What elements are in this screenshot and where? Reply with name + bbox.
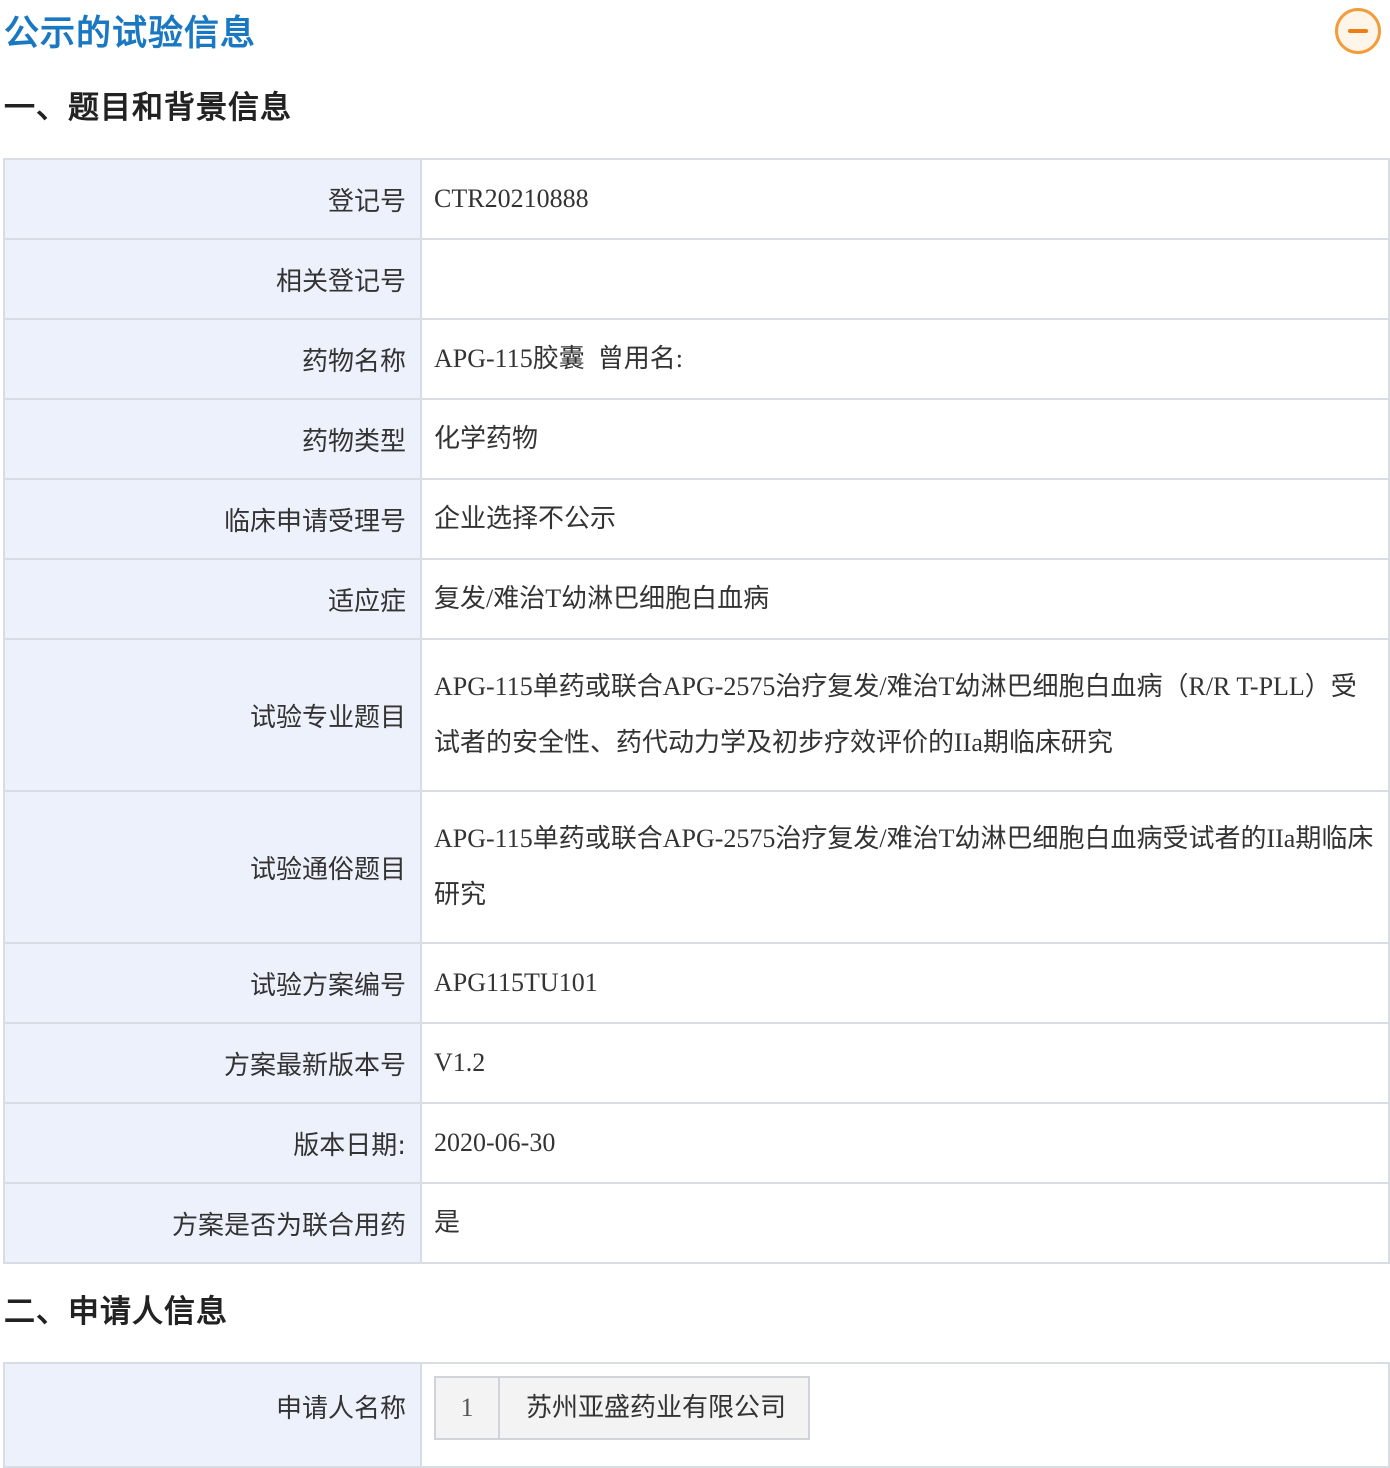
page-title: 公示的试验信息 [4,14,257,54]
row-value: 企业选择不公示 [420,478,1390,560]
table-row: 药物类型 化学药物 [3,398,1390,480]
row-label: 适应症 [3,558,422,640]
applicant-entry: 1 苏州亚盛药业有限公司 [434,1376,811,1440]
background-info-table: 登记号 CTR20210888 相关登记号 药物名称 APG-115胶囊 曾用名… [3,158,1390,1264]
applicant-index: 1 [436,1378,500,1438]
row-value: APG-115胶囊 曾用名: [420,318,1390,400]
row-value: 是 [420,1182,1390,1264]
applicant-name: 苏州亚盛药业有限公司 [526,1393,787,1423]
table-row: 临床申请受理号 企业选择不公示 [3,478,1390,560]
table-row: 试验通俗题目 APG-115单药或联合APG-2575治疗复发/难治T幼淋巴细胞… [3,790,1390,944]
row-value: 复发/难治T幼淋巴细胞白血病 [420,558,1390,640]
row-value: V1.2 [420,1022,1390,1104]
row-label: 试验专业题目 [3,638,422,792]
row-label: 方案最新版本号 [3,1022,422,1104]
row-value: 1 苏州亚盛药业有限公司 [420,1362,1390,1468]
row-label: 登记号 [3,158,422,240]
table-row: 适应症 复发/难治T幼淋巴细胞白血病 [3,558,1390,640]
row-value: 化学药物 [420,398,1390,480]
row-value: 2020-06-30 [420,1102,1390,1184]
table-row: 申请人名称 1 苏州亚盛药业有限公司 [3,1362,1390,1468]
row-value: APG-115单药或联合APG-2575治疗复发/难治T幼淋巴细胞白血病（R/R… [420,638,1390,792]
row-value: CTR20210888 [420,158,1390,240]
table-row: 药物名称 APG-115胶囊 曾用名: [3,318,1390,400]
section-title-applicant: 二、申请人信息 [4,1294,228,1330]
row-label: 相关登记号 [3,238,422,320]
row-label: 版本日期: [3,1102,422,1184]
row-value: APG-115单药或联合APG-2575治疗复发/难治T幼淋巴细胞白血病受试者的… [420,790,1390,944]
row-label: 试验方案编号 [3,942,422,1024]
applicant-info-table: 申请人名称 1 苏州亚盛药业有限公司 [3,1362,1390,1468]
row-label: 方案是否为联合用药 [3,1182,422,1264]
table-row: 方案最新版本号 V1.2 [3,1022,1390,1104]
row-value: APG115TU101 [420,942,1390,1024]
table-row: 试验方案编号 APG115TU101 [3,942,1390,1024]
table-row: 试验专业题目 APG-115单药或联合APG-2575治疗复发/难治T幼淋巴细胞… [3,638,1390,792]
row-label: 药物类型 [3,398,422,480]
minus-circle-icon[interactable] [1335,8,1381,54]
row-label: 试验通俗题目 [3,790,422,944]
table-row: 版本日期: 2020-06-30 [3,1102,1390,1184]
minus-bar [1348,29,1368,33]
table-row: 登记号 CTR20210888 [3,158,1390,240]
table-row: 相关登记号 [3,238,1390,320]
section-title-background: 一、题目和背景信息 [4,90,292,126]
row-label: 药物名称 [3,318,422,400]
table-row: 方案是否为联合用药 是 [3,1182,1390,1264]
row-value [420,238,1390,320]
row-label: 申请人名称 [3,1362,422,1468]
row-label: 临床申请受理号 [3,478,422,560]
page-header: 公示的试验信息 [0,0,1390,70]
